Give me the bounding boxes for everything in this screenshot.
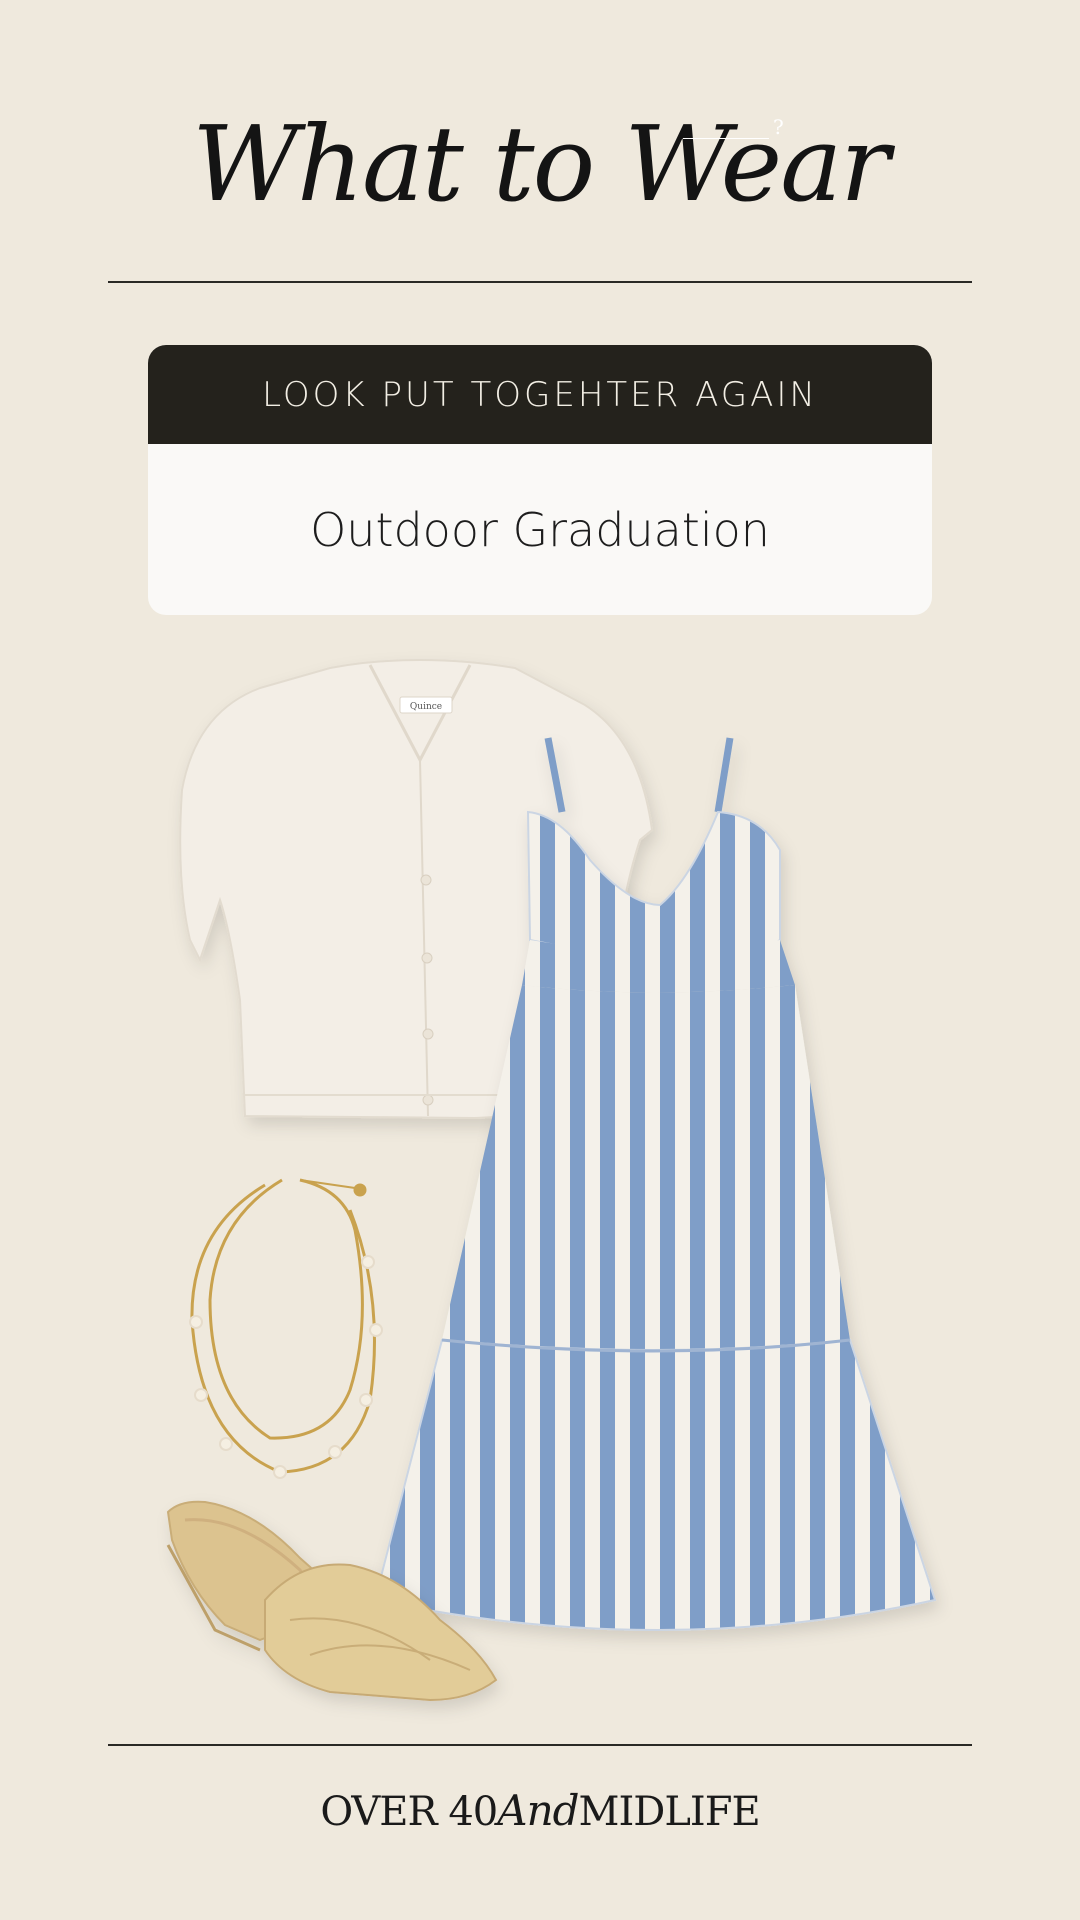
cardigan-tag-label: Quince [410,702,442,712]
brand-logo: OVER 40AndMIDLIFE [0,1786,1080,1835]
brand-and: And [497,1786,579,1835]
outfit-collage: Quince [166,658,937,1702]
divider-bottom [108,1744,972,1746]
brand-left: OVER 40 [320,1789,498,1835]
necklace-icon [189,1178,383,1479]
brand-right: MIDLIFE [578,1789,761,1835]
